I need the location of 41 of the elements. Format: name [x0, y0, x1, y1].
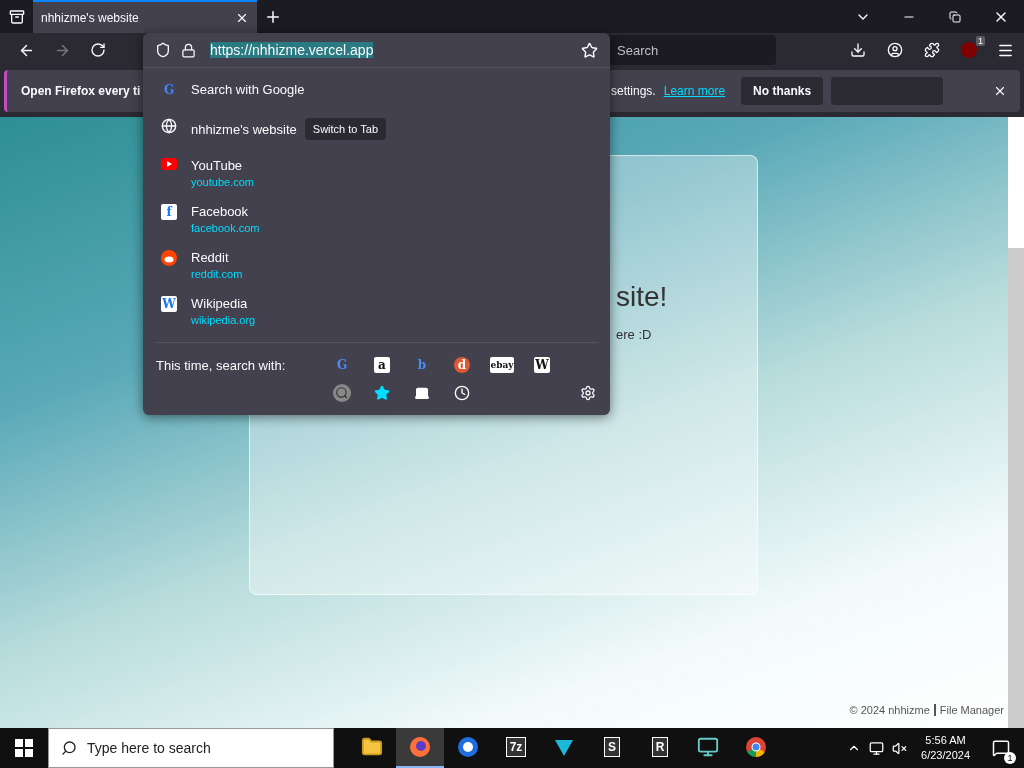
letter-logo-icon: W	[161, 296, 177, 312]
result-row[interactable]: G Search with Google	[143, 72, 610, 108]
search-engine-button[interactable]: ebay	[482, 355, 522, 375]
result-row[interactable]: f Facebook facebook.com	[143, 196, 610, 242]
tab-title: nhhizme's website	[41, 10, 139, 25]
search-engine-button[interactable]: a	[362, 355, 402, 375]
search-icon	[61, 740, 77, 756]
no-thanks-button[interactable]: No thanks	[741, 77, 824, 105]
notification-count: 1	[1004, 752, 1016, 764]
star-icon[interactable]	[581, 41, 598, 59]
result-row[interactable]: nhhizme's website Switch to Tab	[143, 108, 610, 150]
file-manager-link[interactable]: File Manager	[933, 704, 1004, 716]
extension-button[interactable]: 1	[950, 36, 987, 64]
result-row[interactable]: W Wikipedia wikipedia.org	[143, 288, 610, 334]
page-text: ere :D	[616, 327, 653, 342]
network-icon[interactable]	[869, 740, 885, 756]
switch-to-tab-badge[interactable]: Switch to Tab	[304, 118, 387, 140]
search-engine-button[interactable]: W	[522, 355, 562, 375]
notification-text: Open Firefox every ti	[21, 84, 141, 98]
settings-icon[interactable]	[580, 385, 596, 401]
url-field[interactable]: https://nhhizme.vercel.app	[210, 42, 374, 58]
lock-icon[interactable]	[181, 42, 196, 58]
g-logo-icon: G	[161, 82, 177, 98]
clock[interactable]: 5:56 AM 6/23/2024	[915, 733, 976, 763]
result-row[interactable]: YouTube youtube.com	[143, 150, 610, 196]
scrollbar[interactable]	[1008, 117, 1024, 728]
search-with-label: This time, search with:	[156, 357, 287, 373]
notification-text: settings.	[611, 84, 656, 98]
play-logo-icon	[161, 158, 177, 170]
page-heading: site!	[616, 281, 669, 313]
muted-speaker-icon[interactable]	[892, 740, 908, 756]
message-icon[interactable]	[992, 739, 1010, 757]
taskbar-search-field[interactable]: Type here to search	[48, 728, 334, 768]
search-engine-button[interactable]: d	[442, 355, 482, 375]
learn-more-link[interactable]: Learn more	[663, 84, 726, 98]
copyright-text: © 2024 nhhizme	[849, 704, 930, 716]
result-row[interactable]: Reddit reddit.com	[143, 242, 610, 288]
windows-logo-icon[interactable]	[15, 739, 33, 757]
globe-icon	[161, 118, 177, 134]
browser-tab[interactable]: nhhizme's website	[33, 0, 257, 33]
letter-logo-icon: f	[161, 204, 177, 220]
